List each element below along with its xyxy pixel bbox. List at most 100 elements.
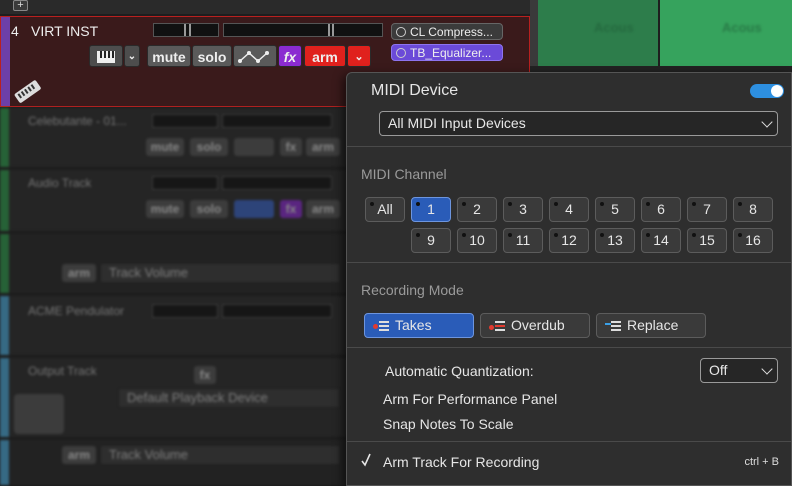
channel-9-button[interactable]: 9: [411, 228, 451, 253]
automation-button[interactable]: [233, 45, 277, 67]
pan-meter[interactable]: [153, 23, 219, 37]
mode-overdub-button[interactable]: Overdub: [480, 313, 590, 338]
solo-button[interactable]: solo: [190, 200, 228, 218]
channel-6-button[interactable]: 6: [641, 197, 681, 222]
add-track-button[interactable]: +: [13, 0, 28, 11]
chevron-down-icon: [761, 363, 773, 375]
recording-mode-title: Recording Mode: [361, 282, 464, 298]
mode-replace-button[interactable]: Replace: [596, 313, 706, 338]
arrangement-divider: [530, 0, 538, 66]
power-icon[interactable]: [396, 27, 406, 37]
instrument-button[interactable]: [89, 45, 123, 67]
chevron-down-icon: ⌄: [354, 51, 364, 63]
status-dot: [554, 233, 558, 237]
divider: [347, 262, 791, 263]
status-dot: [738, 202, 742, 206]
clip-2[interactable]: Acous: [660, 0, 792, 66]
instrument-dropdown[interactable]: ⌄: [124, 45, 140, 67]
arm-track-for-recording-item[interactable]: Arm Track For Recording: [383, 454, 539, 470]
channel-11-button[interactable]: 11: [503, 228, 543, 253]
channel-5-button[interactable]: 5: [595, 197, 635, 222]
channel-all-button[interactable]: All: [365, 197, 405, 222]
channel-label: 3: [519, 201, 527, 217]
track-name: Output Track: [28, 364, 97, 378]
automation-icon: [238, 51, 269, 63]
midi-device-title: MIDI Device: [371, 82, 459, 99]
channel-label: 12: [561, 232, 577, 248]
mute-button[interactable]: mute: [146, 138, 184, 156]
status-dot: [646, 233, 650, 237]
toggle-knob: [771, 85, 783, 97]
plugin-name: TB_Equalizer...: [410, 46, 492, 60]
channel-label: 2: [473, 201, 481, 217]
track-name: Celebutante - 01...: [28, 114, 127, 128]
channel-3-button[interactable]: 3: [503, 197, 543, 222]
fx-button[interactable]: fx: [280, 138, 302, 156]
automation-param[interactable]: Track Volume: [100, 263, 340, 283]
solo-button[interactable]: solo: [190, 138, 228, 156]
auto-quantization-select[interactable]: Off: [700, 358, 778, 383]
clip-1[interactable]: Acous: [538, 0, 658, 66]
chevron-down-icon: [761, 116, 773, 128]
channel-label: 16: [745, 232, 761, 248]
arm-button[interactable]: arm: [62, 446, 96, 464]
track-header-strip: +: [0, 0, 530, 14]
mode-label: Takes: [395, 317, 432, 333]
arm-button[interactable]: arm: [304, 45, 346, 67]
channel-1-button[interactable]: 1: [411, 197, 451, 222]
snap-notes-to-scale-item[interactable]: Snap Notes To Scale: [383, 416, 514, 432]
mode-label: Replace: [627, 317, 679, 333]
power-icon[interactable]: [396, 48, 406, 58]
automation-param[interactable]: Track Volume: [100, 445, 340, 465]
channel-7-button[interactable]: 7: [687, 197, 727, 222]
arm-shortcut: ctrl + B: [744, 456, 779, 468]
channel-label: 11: [515, 232, 531, 248]
mode-takes-button[interactable]: Takes: [364, 313, 474, 338]
channel-2-button[interactable]: 2: [457, 197, 497, 222]
output-device-select[interactable]: Default Playback Device: [118, 388, 340, 408]
channel-label: 5: [611, 201, 619, 217]
midi-device-select[interactable]: All MIDI Input Devices: [379, 111, 778, 136]
channel-16-button[interactable]: 16: [733, 228, 773, 253]
status-dot: [508, 202, 512, 206]
channel-14-button[interactable]: 14: [641, 228, 681, 253]
channel-13-button[interactable]: 13: [595, 228, 635, 253]
automation-button[interactable]: [234, 138, 274, 156]
track-name[interactable]: VIRT INST: [31, 23, 98, 39]
arm-button[interactable]: arm: [306, 138, 340, 156]
channel-4-button[interactable]: 4: [549, 197, 589, 222]
mute-button[interactable]: mute: [147, 45, 191, 67]
volume-meter[interactable]: [223, 23, 383, 37]
fx-button[interactable]: fx: [280, 200, 302, 218]
arm-performance-panel-item[interactable]: Arm For Performance Panel: [383, 391, 557, 407]
channel-label: 9: [427, 232, 435, 248]
status-dot: [462, 202, 466, 206]
channel-12-button[interactable]: 12: [549, 228, 589, 253]
channel-15-button[interactable]: 15: [687, 228, 727, 253]
plugin-slot-1[interactable]: CL Compress...: [391, 23, 503, 40]
status-dot: [600, 202, 604, 206]
channel-8-button[interactable]: 8: [733, 197, 773, 222]
solo-button[interactable]: solo: [192, 45, 232, 67]
overdub-icon: [489, 320, 505, 332]
arm-button[interactable]: arm: [62, 264, 96, 282]
checkmark-icon: [361, 453, 371, 467]
auto-quantization-label: Automatic Quantization:: [385, 363, 534, 379]
status-dot: [738, 233, 742, 237]
channel-label: 1: [427, 201, 435, 217]
arm-button[interactable]: arm: [306, 200, 340, 218]
fx-button[interactable]: fx: [194, 366, 216, 384]
automation-button[interactable]: [234, 200, 274, 218]
mode-label: Overdub: [511, 317, 565, 333]
channel-label: 4: [565, 201, 573, 217]
track-name: ACME Pendulator: [28, 304, 125, 318]
channel-10-button[interactable]: 10: [457, 228, 497, 253]
keyboard-instrument-icon: [14, 80, 41, 103]
mute-button[interactable]: mute: [146, 200, 184, 218]
midi-device-toggle[interactable]: [750, 84, 784, 98]
arm-options-dropdown[interactable]: ⌄: [347, 45, 371, 67]
fx-button[interactable]: fx: [278, 45, 302, 67]
piano-icon: [97, 51, 115, 63]
plugin-slot-2[interactable]: TB_Equalizer...: [391, 44, 503, 61]
midi-channel-title: MIDI Channel: [361, 166, 447, 182]
